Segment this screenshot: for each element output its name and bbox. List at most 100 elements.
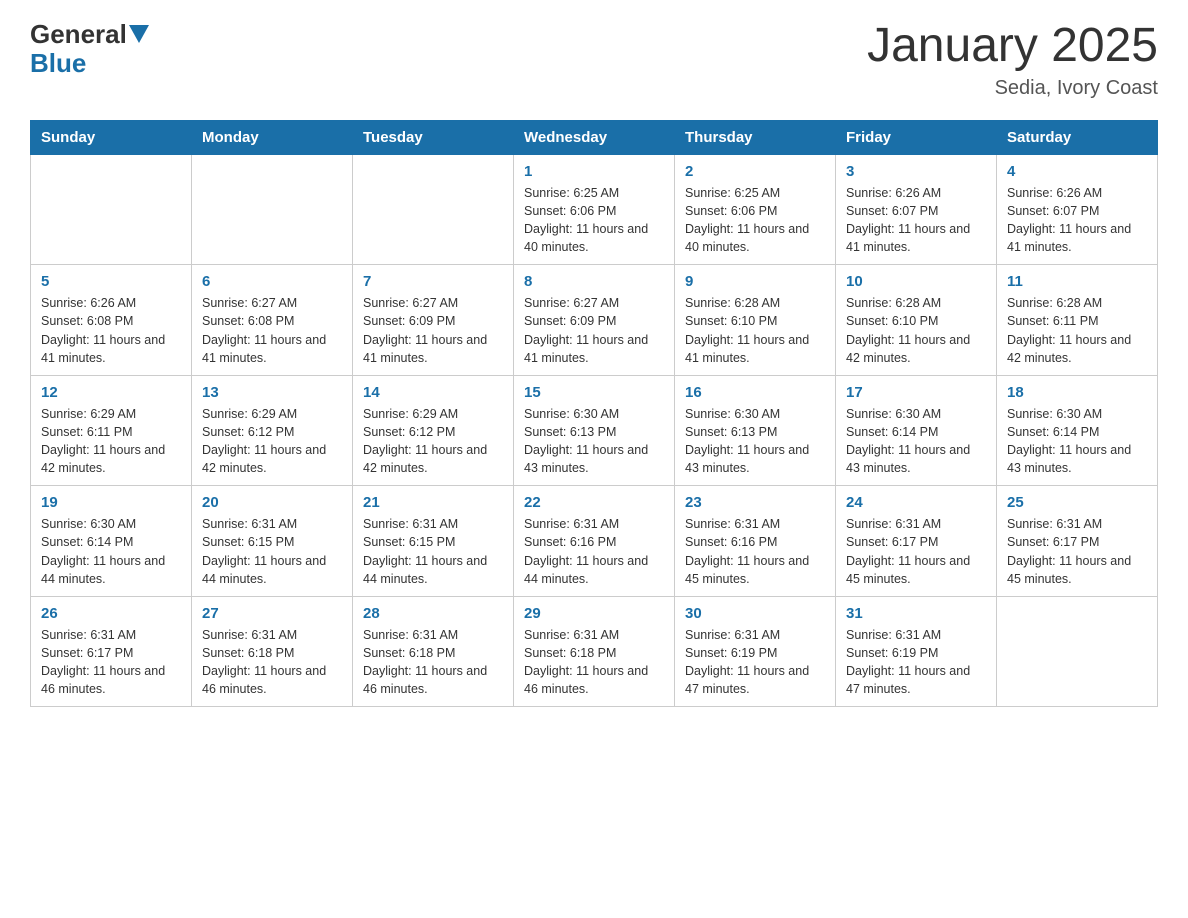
- logo: General Blue: [30, 20, 149, 77]
- day-number: 13: [202, 384, 342, 401]
- calendar-day-header: Thursday: [675, 120, 836, 154]
- calendar-cell: 12Sunrise: 6:29 AMSunset: 6:11 PMDayligh…: [31, 375, 192, 486]
- day-number: 3: [846, 163, 986, 180]
- day-info: Sunrise: 6:26 AMSunset: 6:07 PMDaylight:…: [1007, 184, 1147, 257]
- day-info: Sunrise: 6:31 AMSunset: 6:19 PMDaylight:…: [685, 626, 825, 699]
- day-info: Sunrise: 6:31 AMSunset: 6:15 PMDaylight:…: [202, 515, 342, 588]
- day-number: 24: [846, 494, 986, 511]
- day-number: 20: [202, 494, 342, 511]
- day-number: 22: [524, 494, 664, 511]
- day-info: Sunrise: 6:31 AMSunset: 6:16 PMDaylight:…: [524, 515, 664, 588]
- day-number: 23: [685, 494, 825, 511]
- day-number: 16: [685, 384, 825, 401]
- calendar-cell: [31, 154, 192, 265]
- day-number: 26: [41, 605, 181, 622]
- calendar-cell: 24 Sunrise: 6:31 AMSunset: 6:17 PMDayligh…: [836, 486, 997, 597]
- day-info: Sunrise: 6:28 AMSunset: 6:10 PMDaylight:…: [846, 294, 986, 367]
- calendar-day-header: Monday: [192, 120, 353, 154]
- day-info: Sunrise: 6:28 AMSunset: 6:10 PMDaylight:…: [685, 294, 825, 367]
- day-info: Sunrise: 6:25 AMSunset: 6:06 PMDaylight:…: [524, 184, 664, 257]
- logo-triangle-icon: [129, 25, 149, 45]
- title-block: January 2025 Sedia, Ivory Coast: [867, 20, 1158, 100]
- calendar-cell: 9 Sunrise: 6:28 AMSunset: 6:10 PMDaylight…: [675, 265, 836, 376]
- calendar-cell: 10 Sunrise: 6:28 AMSunset: 6:10 PMDayligh…: [836, 265, 997, 376]
- day-info: Sunrise: 6:30 AMSunset: 6:14 PMDaylight:…: [41, 515, 181, 588]
- day-info: Sunrise: 6:31 AMSunset: 6:17 PMDaylight:…: [41, 626, 181, 699]
- day-number: 11: [1007, 273, 1147, 290]
- day-number: 14: [363, 384, 503, 401]
- day-info: Sunrise: 6:26 AMSunset: 6:08 PMDaylight:…: [41, 294, 181, 367]
- day-number: 15: [524, 384, 664, 401]
- day-info: Sunrise: 6:27 AMSunset: 6:09 PMDaylight:…: [363, 294, 503, 367]
- day-info: Sunrise: 6:31 AMSunset: 6:17 PMDaylight:…: [846, 515, 986, 588]
- calendar-cell: 11 Sunrise: 6:28 AMSunset: 6:11 PMDayligh…: [997, 265, 1158, 376]
- day-info: Sunrise: 6:31 AMSunset: 6:18 PMDaylight:…: [363, 626, 503, 699]
- day-number: 12: [41, 384, 181, 401]
- day-number: 1: [524, 163, 664, 180]
- day-info: Sunrise: 6:31 AMSunset: 6:19 PMDaylight:…: [846, 626, 986, 699]
- calendar-cell: [997, 596, 1158, 707]
- day-number: 29: [524, 605, 664, 622]
- calendar-cell: 7 Sunrise: 6:27 AMSunset: 6:09 PMDaylight…: [353, 265, 514, 376]
- calendar-cell: 19Sunrise: 6:30 AMSunset: 6:14 PMDayligh…: [31, 486, 192, 597]
- location-subtitle: Sedia, Ivory Coast: [867, 77, 1158, 100]
- day-number: 17: [846, 384, 986, 401]
- calendar-cell: 25 Sunrise: 6:31 AMSunset: 6:17 PMDayligh…: [997, 486, 1158, 597]
- day-info: Sunrise: 6:30 AMSunset: 6:14 PMDaylight:…: [846, 405, 986, 478]
- calendar-cell: 13 Sunrise: 6:29 AMSunset: 6:12 PMDayligh…: [192, 375, 353, 486]
- calendar-day-header: Saturday: [997, 120, 1158, 154]
- day-info: Sunrise: 6:27 AMSunset: 6:09 PMDaylight:…: [524, 294, 664, 367]
- calendar-week-row: 1 Sunrise: 6:25 AMSunset: 6:06 PMDaylight…: [31, 154, 1158, 265]
- day-info: Sunrise: 6:31 AMSunset: 6:16 PMDaylight:…: [685, 515, 825, 588]
- calendar-body: 1 Sunrise: 6:25 AMSunset: 6:06 PMDaylight…: [31, 154, 1158, 707]
- calendar-cell: 8 Sunrise: 6:27 AMSunset: 6:09 PMDaylight…: [514, 265, 675, 376]
- day-number: 31: [846, 605, 986, 622]
- calendar-cell: [353, 154, 514, 265]
- calendar-week-row: 26 Sunrise: 6:31 AMSunset: 6:17 PMDayligh…: [31, 596, 1158, 707]
- calendar-header: SundayMondayTuesdayWednesdayThursdayFrid…: [31, 120, 1158, 154]
- day-number: 27: [202, 605, 342, 622]
- calendar-cell: 15 Sunrise: 6:30 AMSunset: 6:13 PMDayligh…: [514, 375, 675, 486]
- calendar-cell: 22 Sunrise: 6:31 AMSunset: 6:16 PMDayligh…: [514, 486, 675, 597]
- day-number: 4: [1007, 163, 1147, 180]
- day-info: Sunrise: 6:31 AMSunset: 6:17 PMDaylight:…: [1007, 515, 1147, 588]
- month-title: January 2025: [867, 20, 1158, 73]
- day-info: Sunrise: 6:28 AMSunset: 6:11 PMDaylight:…: [1007, 294, 1147, 367]
- calendar-cell: 1 Sunrise: 6:25 AMSunset: 6:06 PMDaylight…: [514, 154, 675, 265]
- logo-blue-text: Blue: [30, 49, 86, 78]
- calendar-cell: 20 Sunrise: 6:31 AMSunset: 6:15 PMDayligh…: [192, 486, 353, 597]
- day-number: 21: [363, 494, 503, 511]
- day-info: Sunrise: 6:26 AMSunset: 6:07 PMDaylight:…: [846, 184, 986, 257]
- calendar-cell: 5Sunrise: 6:26 AMSunset: 6:08 PMDaylight…: [31, 265, 192, 376]
- day-number: 8: [524, 273, 664, 290]
- calendar-week-row: 19Sunrise: 6:30 AMSunset: 6:14 PMDayligh…: [31, 486, 1158, 597]
- calendar-cell: 4 Sunrise: 6:26 AMSunset: 6:07 PMDaylight…: [997, 154, 1158, 265]
- day-info: Sunrise: 6:31 AMSunset: 6:18 PMDaylight:…: [202, 626, 342, 699]
- calendar-cell: 23 Sunrise: 6:31 AMSunset: 6:16 PMDayligh…: [675, 486, 836, 597]
- day-number: 2: [685, 163, 825, 180]
- calendar-day-header: Tuesday: [353, 120, 514, 154]
- calendar-week-row: 12Sunrise: 6:29 AMSunset: 6:11 PMDayligh…: [31, 375, 1158, 486]
- calendar-cell: 2Sunrise: 6:25 AMSunset: 6:06 PMDaylight…: [675, 154, 836, 265]
- calendar-cell: 17 Sunrise: 6:30 AMSunset: 6:14 PMDayligh…: [836, 375, 997, 486]
- calendar-cell: 14 Sunrise: 6:29 AMSunset: 6:12 PMDayligh…: [353, 375, 514, 486]
- calendar-day-header: Wednesday: [514, 120, 675, 154]
- calendar-table: SundayMondayTuesdayWednesdayThursdayFrid…: [30, 120, 1158, 708]
- calendar-cell: 16Sunrise: 6:30 AMSunset: 6:13 PMDayligh…: [675, 375, 836, 486]
- day-info: Sunrise: 6:30 AMSunset: 6:13 PMDaylight:…: [524, 405, 664, 478]
- day-number: 9: [685, 273, 825, 290]
- day-number: 7: [363, 273, 503, 290]
- day-number: 25: [1007, 494, 1147, 511]
- day-info: Sunrise: 6:29 AMSunset: 6:12 PMDaylight:…: [363, 405, 503, 478]
- day-number: 18: [1007, 384, 1147, 401]
- logo-general-text: General: [30, 20, 127, 49]
- day-info: Sunrise: 6:27 AMSunset: 6:08 PMDaylight:…: [202, 294, 342, 367]
- calendar-week-row: 5Sunrise: 6:26 AMSunset: 6:08 PMDaylight…: [31, 265, 1158, 376]
- day-number: 30: [685, 605, 825, 622]
- day-number: 10: [846, 273, 986, 290]
- calendar-cell: 6 Sunrise: 6:27 AMSunset: 6:08 PMDaylight…: [192, 265, 353, 376]
- calendar-cell: 31 Sunrise: 6:31 AMSunset: 6:19 PMDayligh…: [836, 596, 997, 707]
- calendar-cell: 3 Sunrise: 6:26 AMSunset: 6:07 PMDaylight…: [836, 154, 997, 265]
- day-info: Sunrise: 6:29 AMSunset: 6:12 PMDaylight:…: [202, 405, 342, 478]
- day-number: 6: [202, 273, 342, 290]
